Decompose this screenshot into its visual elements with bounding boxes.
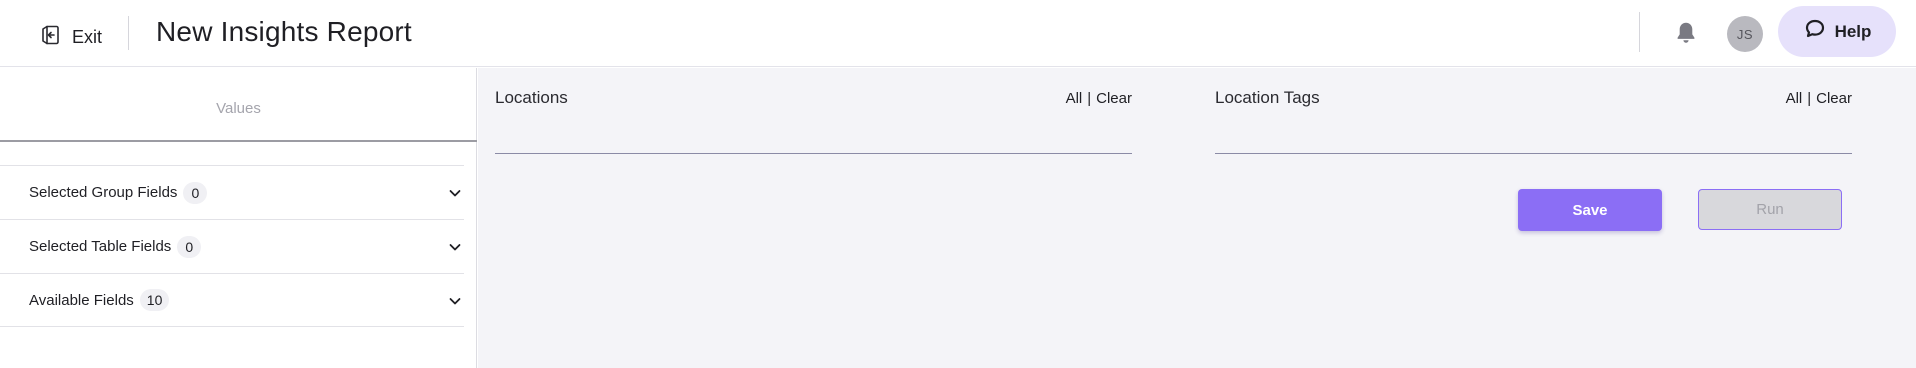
- chevron-down-icon[interactable]: [446, 292, 464, 310]
- location-tags-filter: Location Tags All | Clear: [1215, 88, 1852, 154]
- locations-actions: All | Clear: [1066, 90, 1132, 107]
- location-tags-select-input[interactable]: [1215, 134, 1852, 154]
- separator: |: [1807, 90, 1812, 107]
- selected-group-fields-section[interactable]: Selected Group Fields 0: [0, 165, 464, 219]
- page-title: New Insights Report: [156, 16, 412, 47]
- location-tags-title: Location Tags: [1215, 88, 1320, 107]
- locations-clear-link[interactable]: Clear: [1096, 90, 1132, 107]
- header-divider: [128, 16, 129, 50]
- locations-select-input[interactable]: [495, 134, 1132, 154]
- count-badge: 10: [139, 289, 170, 311]
- exit-button[interactable]: Exit: [38, 23, 102, 51]
- save-button[interactable]: Save: [1518, 189, 1662, 231]
- location-tags-all-link[interactable]: All: [1786, 90, 1803, 107]
- avatar[interactable]: JS: [1727, 16, 1763, 52]
- location-tags-actions: All | Clear: [1786, 90, 1852, 107]
- section-label: Selected Table Fields: [29, 238, 172, 255]
- values-tab[interactable]: Values: [0, 68, 477, 142]
- help-label: Help: [1834, 21, 1872, 41]
- values-label: Values: [216, 99, 261, 117]
- header-divider-right: [1639, 12, 1640, 52]
- section-label: Selected Group Fields: [29, 184, 178, 201]
- fields-panel: Values Selected Group Fields 0 Selected …: [0, 68, 477, 368]
- locations-all-link[interactable]: All: [1066, 90, 1083, 107]
- chat-bubble-icon: [1803, 17, 1827, 46]
- section-label: Available Fields: [29, 291, 134, 309]
- help-button[interactable]: Help: [1778, 6, 1896, 57]
- chevron-down-icon[interactable]: [446, 238, 464, 256]
- chevron-down-icon[interactable]: [446, 184, 464, 202]
- locations-title: Locations: [495, 88, 568, 107]
- count-badge: 0: [183, 181, 208, 204]
- location-tags-clear-link[interactable]: Clear: [1816, 90, 1852, 107]
- run-button[interactable]: Run: [1698, 189, 1842, 230]
- locations-filter: Locations All | Clear: [495, 88, 1132, 154]
- exit-label: Exit: [72, 26, 103, 47]
- selected-table-fields-section[interactable]: Selected Table Fields 0: [0, 219, 464, 273]
- separator: |: [1087, 90, 1092, 107]
- count-badge: 0: [177, 235, 202, 258]
- available-fields-section[interactable]: Available Fields 10: [0, 273, 464, 327]
- report-main: Locations All | Clear Location Tags All …: [478, 68, 1916, 368]
- top-header: Exit New Insights Report JS Help: [0, 0, 1916, 67]
- exit-icon: [38, 23, 62, 52]
- bell-icon[interactable]: [1672, 19, 1700, 47]
